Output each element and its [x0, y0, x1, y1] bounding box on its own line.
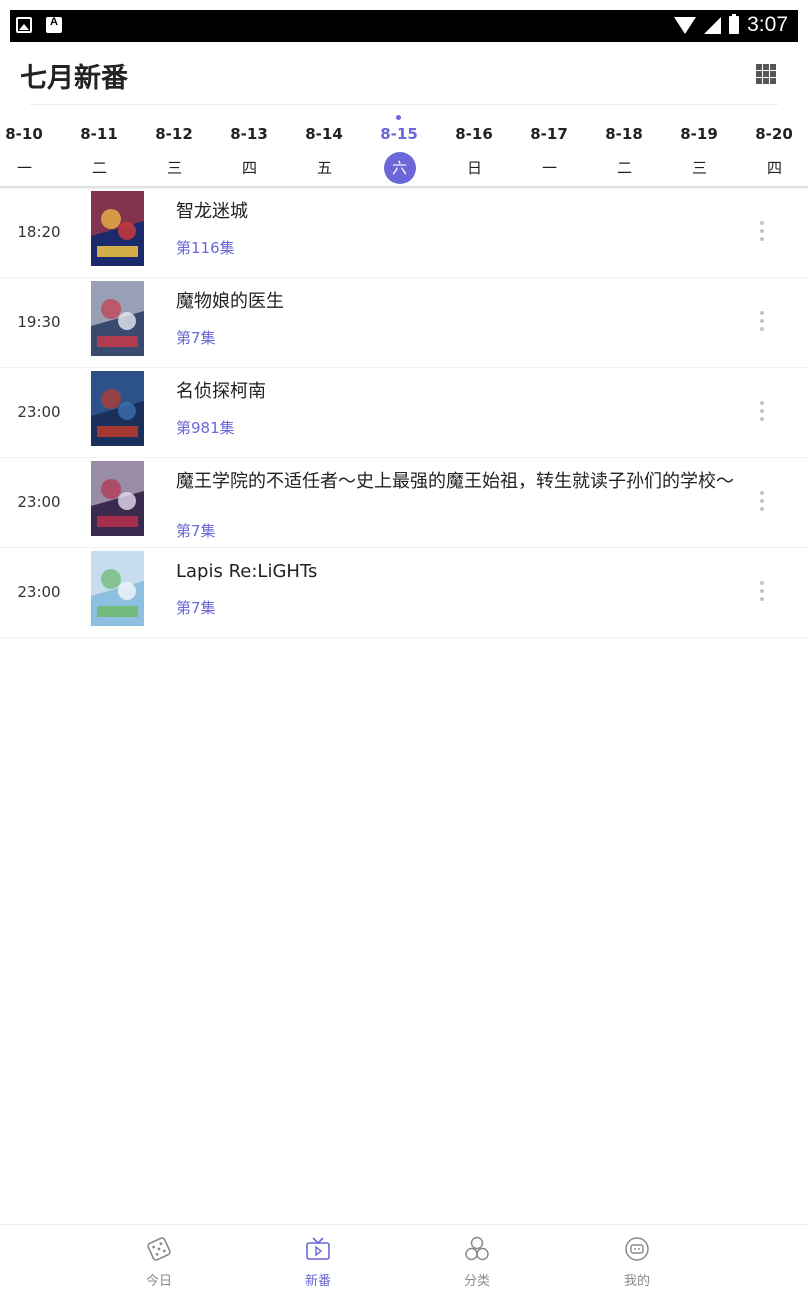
date-label: 8-12	[155, 125, 193, 143]
episode-label: 第7集	[176, 599, 216, 617]
date-label: 8-16	[455, 125, 493, 143]
nav-item-mine[interactable]: 我的	[597, 1233, 677, 1293]
show-title: 智龙迷城	[176, 201, 248, 222]
grid-view-icon[interactable]	[756, 64, 776, 84]
tv-icon	[306, 1237, 330, 1260]
nav-label: 新番	[304, 1274, 331, 1289]
date-tab[interactable]: 8-19 三	[662, 105, 737, 186]
weekday-label: 四	[766, 159, 782, 177]
weekday-label: 三	[691, 159, 707, 177]
more-options-icon[interactable]	[756, 491, 768, 515]
selected-indicator-dot	[395, 115, 401, 120]
date-tab[interactable]: 8-18 二	[587, 105, 662, 186]
show-poster[interactable]	[91, 281, 144, 356]
more-options-icon[interactable]	[756, 581, 768, 605]
show-title: 魔物娘的医生	[176, 291, 284, 312]
bottom-nav: 今日 新番 分类 我的	[0, 1224, 808, 1300]
more-options-icon[interactable]	[756, 221, 768, 245]
air-time: 23:00	[17, 583, 61, 601]
status-time: 3:07	[747, 13, 788, 36]
nav-item-new-anime[interactable]: 新番	[278, 1233, 358, 1293]
status-bar: A 3:07	[10, 10, 798, 42]
date-label: 8-15	[380, 125, 418, 143]
air-time: 18:20	[17, 223, 61, 241]
show-poster[interactable]	[91, 371, 144, 446]
show-row[interactable]: 19:30 魔物娘的医生 第7集	[0, 278, 808, 368]
nav-item-today[interactable]: 今日	[119, 1233, 199, 1293]
show-row[interactable]: 23:00 Lapis Re:LiGHTs 第7集	[0, 548, 808, 638]
show-row[interactable]: 23:00 魔王学院的不适任者～史上最强的魔王始祖，转生就读子孙们的学校～ 第7集	[0, 458, 808, 548]
show-title: 名侦探柯南	[176, 381, 266, 402]
app-header: 七月新番	[0, 42, 808, 104]
nav-label: 分类	[463, 1274, 490, 1289]
wifi-icon	[674, 16, 697, 34]
date-tab[interactable]: 8-20 四	[737, 105, 808, 186]
air-time: 19:30	[17, 313, 61, 331]
show-row[interactable]: 18:20 智龙迷城第116集	[0, 188, 808, 278]
nav-label: 今日	[145, 1274, 172, 1289]
date-label: 8-10	[5, 125, 43, 143]
date-label: 8-20	[755, 125, 793, 143]
date-tab[interactable]: 8-17 一	[512, 105, 587, 186]
dice-icon	[147, 1237, 171, 1261]
date-label: 8-18	[605, 125, 643, 143]
episode-label: 第116集	[176, 239, 235, 257]
date-tab[interactable]: 8-12 三	[137, 105, 212, 186]
weekday-label: 六	[383, 152, 416, 184]
date-tab-selected[interactable]: 8-15 六	[362, 105, 437, 186]
a-notification-icon: A	[46, 16, 62, 33]
show-title: 魔王学院的不适任者～史上最强的魔王始祖，转生就读子孙们的学校～	[176, 471, 734, 492]
date-strip[interactable]: 8-10 一 8-11 二 8-12 三 8-13 四 8-14 五 8-15 六 8-16 日 8-17 一…	[0, 105, 808, 186]
weekday-label: 一	[541, 159, 557, 177]
date-tab[interactable]: 8-13 四	[212, 105, 287, 186]
weekday-label: 二	[91, 159, 107, 177]
weekday-label: 二	[616, 159, 632, 177]
more-options-icon[interactable]	[756, 401, 768, 425]
date-tab[interactable]: 8-14 五	[287, 105, 362, 186]
weekday-label: 四	[241, 159, 257, 177]
nav-label: 我的	[623, 1274, 650, 1289]
face-icon	[625, 1237, 649, 1261]
episode-label: 第7集	[176, 522, 216, 540]
show-poster[interactable]	[91, 461, 144, 536]
notification-icons: A	[16, 16, 62, 33]
episode-label: 第981集	[176, 419, 235, 437]
more-options-icon[interactable]	[756, 311, 768, 335]
weekday-label: 三	[166, 159, 182, 177]
cell-signal-icon	[704, 16, 722, 34]
air-time: 23:00	[17, 493, 61, 511]
page-title: 七月新番	[20, 63, 128, 94]
system-status: 3:07	[674, 13, 788, 37]
circles-icon	[465, 1236, 489, 1261]
show-title: Lapis Re:LiGHTs	[176, 561, 318, 582]
weekday-label: 五	[316, 159, 332, 177]
weekday-label: 日	[466, 159, 482, 177]
date-label: 8-19	[680, 125, 718, 143]
date-tab[interactable]: 8-10 一	[0, 105, 62, 186]
show-poster[interactable]	[91, 191, 144, 266]
show-row[interactable]: 23:00 名侦探柯南第981集	[0, 368, 808, 458]
weekday-label: 一	[16, 159, 32, 177]
show-poster[interactable]	[91, 551, 144, 626]
air-time: 23:00	[17, 403, 61, 421]
date-tab[interactable]: 8-16 日	[437, 105, 512, 186]
episode-label: 第7集	[176, 329, 216, 347]
nav-item-category[interactable]: 分类	[437, 1233, 517, 1293]
battery-icon	[729, 14, 740, 34]
date-label: 8-11	[80, 125, 118, 143]
date-label: 8-14	[305, 125, 343, 143]
date-tab[interactable]: 8-11 二	[62, 105, 137, 186]
date-label: 8-17	[530, 125, 568, 143]
image-notification-icon	[16, 17, 32, 33]
date-label: 8-13	[230, 125, 268, 143]
